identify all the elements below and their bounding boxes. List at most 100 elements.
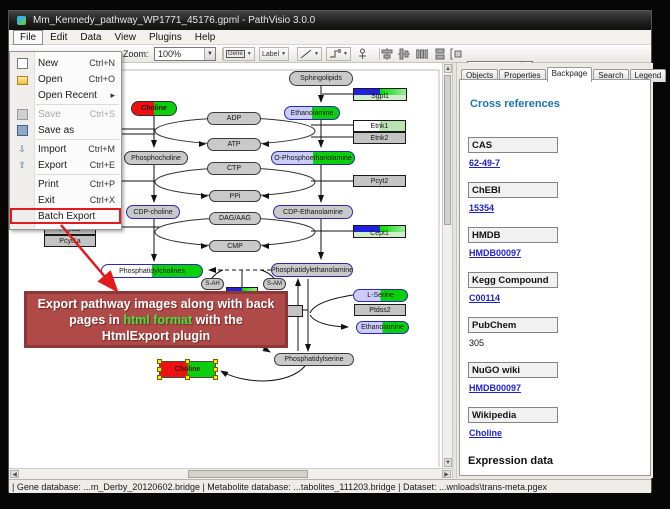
chevron-down-icon[interactable]: ▼ bbox=[204, 48, 215, 60]
pathway-node-phosphocholine[interactable]: Phosphocholine bbox=[124, 151, 188, 165]
pathway-node-label: CDP-choline bbox=[133, 209, 172, 216]
backpage-content[interactable]: Cross references CAS62-49-7ChEBI15354HMD… bbox=[459, 79, 651, 476]
backpage-link-wikipedia[interactable]: Choline bbox=[469, 428, 502, 438]
chevron-down-icon[interactable]: ▼ bbox=[247, 51, 252, 57]
import-icon: ⇩ bbox=[10, 144, 34, 155]
chevron-down-icon[interactable]: ▼ bbox=[343, 51, 348, 57]
pathway-node-o-phosphoethanolamine[interactable]: O-Phosphoethanolamine bbox=[271, 151, 355, 165]
backpage-link-kegg-compound[interactable]: C00114 bbox=[469, 293, 500, 303]
menubar-item-data[interactable]: Data bbox=[74, 31, 107, 44]
pathway-node-cmp[interactable]: CMP bbox=[209, 240, 261, 252]
menu-item-new[interactable]: NewCtrl+N bbox=[10, 55, 121, 71]
add-gene-button[interactable]: Gene ▼ bbox=[223, 47, 255, 61]
add-label-button[interactable]: Label ▼ bbox=[259, 47, 289, 61]
scroll-left-icon[interactable]: ◀ bbox=[10, 470, 19, 478]
align-center-button[interactable] bbox=[381, 47, 393, 61]
menu-item-export[interactable]: ⇧ExportCtrl+E bbox=[10, 157, 121, 173]
pathway-node-ctp[interactable]: CTP bbox=[207, 162, 261, 175]
menu-item-print[interactable]: PrintCtrl+P bbox=[10, 176, 121, 192]
selection-handle[interactable] bbox=[213, 367, 218, 372]
pathway-node-cdp-choline[interactable]: CDP-choline bbox=[126, 205, 180, 219]
backpage-link-cas[interactable]: 62-49-7 bbox=[469, 158, 500, 168]
pathway-node-phosphatidylcholines[interactable]: Phosphatidylcholines bbox=[101, 264, 203, 278]
pathway-node-pcyt2[interactable]: Pcyt2 bbox=[353, 175, 406, 187]
zoom-combo[interactable]: 100% ▼ bbox=[154, 47, 216, 61]
scroll-thumb[interactable] bbox=[188, 470, 308, 478]
pathway-node-choline[interactable]: Choline bbox=[131, 101, 177, 116]
selection-handle[interactable] bbox=[213, 375, 218, 380]
selection-handle[interactable] bbox=[157, 367, 162, 372]
menu-item-label: Save as bbox=[34, 125, 115, 136]
pathway-node-label: O-Phosphoethanolamine bbox=[274, 155, 351, 162]
pathway-node-l-serine[interactable]: L-Serine bbox=[353, 289, 408, 302]
pathway-node-label: Sphingolipids bbox=[300, 75, 342, 82]
pathway-node-dag-aag[interactable]: DAG/AAG bbox=[209, 212, 261, 225]
anchor-icon bbox=[357, 48, 368, 60]
scroll-right-icon[interactable]: ▶ bbox=[442, 470, 451, 478]
pathway-node-s-am[interactable]: S-AM bbox=[263, 278, 286, 290]
connector-tool-button[interactable]: ▼ bbox=[326, 47, 351, 61]
distribute-horizontal-button[interactable] bbox=[416, 47, 428, 61]
pathway-node-ptdss2[interactable]: Ptdss2 bbox=[354, 304, 406, 316]
align-middle-button[interactable] bbox=[398, 47, 410, 61]
selection-handle[interactable] bbox=[185, 359, 190, 364]
scroll-up-icon[interactable]: ▲ bbox=[444, 64, 452, 73]
selection-handle[interactable] bbox=[157, 359, 162, 364]
common-bounds-button[interactable] bbox=[450, 47, 462, 61]
pathway-node-ethanolamine[interactable]: Ethanolamine bbox=[284, 106, 340, 120]
backpage-link-nugo-wiki[interactable]: HMDB00097 bbox=[469, 383, 521, 393]
pathway-node-ppi[interactable]: PPi bbox=[209, 190, 261, 202]
selection-handle[interactable] bbox=[157, 375, 162, 380]
menu-item-label: New bbox=[34, 58, 89, 69]
chevron-down-icon[interactable]: ▼ bbox=[281, 51, 286, 57]
menu-item-batch-export[interactable]: Batch Export bbox=[10, 208, 121, 224]
pathway-node-etnk2[interactable]: Etnk2 bbox=[353, 132, 406, 144]
menu-item-open-recent[interactable]: Open Recent▸ bbox=[10, 87, 121, 103]
canvas-horizontal-scrollbar[interactable]: ◀ ▶ bbox=[9, 468, 452, 479]
pathway-node-phosphatidylserine[interactable]: Phosphatidylserine bbox=[274, 353, 354, 366]
menu-item-import[interactable]: ⇩ImportCtrl+M bbox=[10, 141, 121, 157]
backpage-link-hmdb[interactable]: HMDB00097 bbox=[469, 248, 521, 258]
menu-item-open[interactable]: OpenCtrl+O bbox=[10, 71, 121, 87]
menu-item-exit[interactable]: ExitCtrl+X bbox=[10, 192, 121, 208]
expression-data-heading: Expression data bbox=[468, 455, 553, 467]
stack-vertical-button[interactable] bbox=[434, 47, 446, 61]
menu-item-save-as[interactable]: Save as bbox=[10, 122, 121, 138]
menu-item-save[interactable]: SaveCtrl+S bbox=[10, 106, 121, 122]
pathway-node-adp[interactable]: ADP bbox=[207, 112, 261, 125]
scroll-thumb[interactable] bbox=[444, 75, 451, 225]
menubar-item-edit[interactable]: Edit bbox=[44, 31, 73, 44]
pathway-node-ethanolamine[interactable]: Ethanolamine bbox=[356, 321, 409, 334]
menubar-item-plugins[interactable]: Plugins bbox=[143, 31, 188, 44]
label-icon: Label bbox=[262, 51, 279, 58]
selection-handle[interactable] bbox=[185, 375, 190, 380]
selection-handle[interactable] bbox=[213, 359, 218, 364]
align-center-icon bbox=[381, 48, 393, 60]
line-tool-button[interactable]: ▼ bbox=[297, 47, 322, 61]
pathway-node-etnk1[interactable]: Etnk1 bbox=[353, 120, 406, 132]
scroll-down-icon[interactable]: ▼ bbox=[444, 458, 452, 467]
menubar-item-help[interactable]: Help bbox=[189, 31, 222, 44]
pathway-node-s-ah[interactable]: S-AH bbox=[201, 278, 224, 290]
pathway-node-pcyt1a[interactable]: Pcyt1a bbox=[44, 235, 96, 247]
pathway-node-label: Cept1 bbox=[370, 230, 389, 237]
tab-backpage[interactable]: Backpage bbox=[547, 67, 593, 82]
pathway-node-label: Phosphatidylserine bbox=[284, 356, 343, 363]
anchor-tool-button[interactable] bbox=[357, 47, 368, 61]
chevron-down-icon[interactable]: ▼ bbox=[314, 51, 319, 57]
pathway-node-sgpl1[interactable]: Sgpl1 bbox=[353, 88, 407, 101]
pathway-node-cdp-ethanolamine[interactable]: CDP-Ethanolamine bbox=[273, 205, 353, 219]
pathway-node-label: ATP bbox=[227, 141, 240, 148]
menubar-item-file[interactable]: File bbox=[13, 30, 43, 45]
title-bar[interactable]: Mm_Kennedy_pathway_WP1771_45176.gpml - P… bbox=[9, 11, 651, 30]
pathway-node-choline[interactable]: Choline bbox=[159, 361, 216, 378]
pathway-node-label: Phosphatidylcholines bbox=[119, 268, 185, 275]
menu-separator bbox=[36, 104, 119, 105]
pathway-node-phosphatidylethanolamine[interactable]: Phosphatidylethanolamine bbox=[271, 263, 353, 277]
backpage-link-chebi[interactable]: 15354 bbox=[469, 203, 494, 213]
menubar-item-view[interactable]: View bbox=[108, 31, 142, 44]
canvas-vertical-scrollbar[interactable]: ▲ ▼ bbox=[442, 63, 452, 468]
pathway-node-atp[interactable]: ATP bbox=[207, 138, 261, 151]
pathway-node-cept1[interactable]: Cept1 bbox=[353, 225, 406, 238]
pathway-node-sphingolipids[interactable]: Sphingolipids bbox=[289, 71, 353, 86]
